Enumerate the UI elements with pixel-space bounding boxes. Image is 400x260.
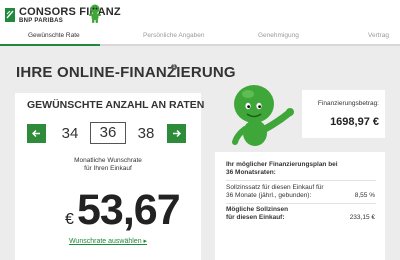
next-rate-button[interactable] [167, 124, 186, 143]
step-gewuenschte-rate[interactable]: Gewünschte Rate [28, 32, 80, 39]
progress-fill [0, 44, 100, 46]
step-persoenliche-angaben[interactable]: Persönliche Angaben [143, 32, 204, 39]
interest-rate-label-line1: Sollzinssatz für diesen Einkauf für [226, 184, 324, 191]
rates-title: GEWÜNSCHTE ANZAHL AN RATEN [27, 99, 205, 111]
currency-sign: € [65, 211, 74, 228]
possible-interest-label: Mögliche Sollzinsen für diesen Einkauf: [226, 206, 288, 222]
page-title: IHRE ONLINE-FINANZIERUNG [16, 64, 236, 81]
rate-option-34[interactable]: 34 [55, 124, 85, 143]
possible-interest-value: 233,15 € [349, 214, 375, 221]
plan-heading: Ihr möglicher Finanzierungsplan bei 36 M… [226, 161, 338, 177]
possible-interest-label-line1: Mögliche Sollzinsen [226, 206, 289, 213]
consors-logo-icon[interactable] [5, 8, 15, 22]
financing-amount-card: Finanzierungsbetrag: 1698,97 € [302, 90, 385, 138]
arrow-right-icon [173, 130, 181, 137]
divider [226, 180, 376, 181]
arrow-left-icon [32, 130, 40, 137]
interest-rate-label: Sollzinssatz für diesen Einkauf für 36 M… [226, 184, 324, 200]
rate-option-38[interactable]: 38 [131, 124, 161, 143]
wunschrate-label-line2: für Ihren Einkauf [84, 165, 132, 172]
step-vertrag[interactable]: Vertrag [368, 32, 389, 39]
prev-rate-button[interactable] [27, 124, 46, 143]
rates-card: GEWÜNSCHTE ANZAHL AN RATEN 34 36 38 Mona… [15, 93, 205, 260]
wunschrate-label-line1: Monatliche Wunschrate [74, 157, 142, 164]
monthly-rate-amount: 53,67 [77, 186, 181, 234]
interest-rate-label-line2: 36 Monate (jährl., gebunden): [226, 192, 312, 199]
info-icon[interactable]: 1 [171, 64, 177, 70]
possible-interest-label-line2: für diesen Einkauf: [226, 214, 285, 221]
divider [226, 203, 376, 204]
plan-heading-line2: 36 Monatsraten: [226, 169, 276, 176]
financing-plan-card: Ihr möglicher Finanzierungsplan bei 36 M… [215, 152, 385, 260]
mascot-mini-icon [89, 4, 101, 23]
financing-amount-label: Finanzierungsbetrag: [317, 100, 379, 107]
step-genehmigung[interactable]: Genehmigung [258, 32, 299, 39]
plan-heading-line1: Ihr möglicher Finanzierungsplan bei [226, 161, 338, 168]
brand-sub: BNP PARIBAS [19, 18, 64, 24]
rate-option-36-selected[interactable]: 36 [90, 122, 126, 144]
brand-name[interactable]: CONSORS FINANZ [19, 7, 121, 18]
interest-rate-value: 8,55 % [354, 192, 375, 199]
financing-amount-value: 1698,97 € [330, 116, 379, 128]
mascot-image [232, 85, 294, 146]
select-rate-link[interactable]: Wunschrate auswählen ▸ [15, 237, 201, 245]
header: CONSORS FINANZ BNP PARIBAS [0, 0, 400, 30]
